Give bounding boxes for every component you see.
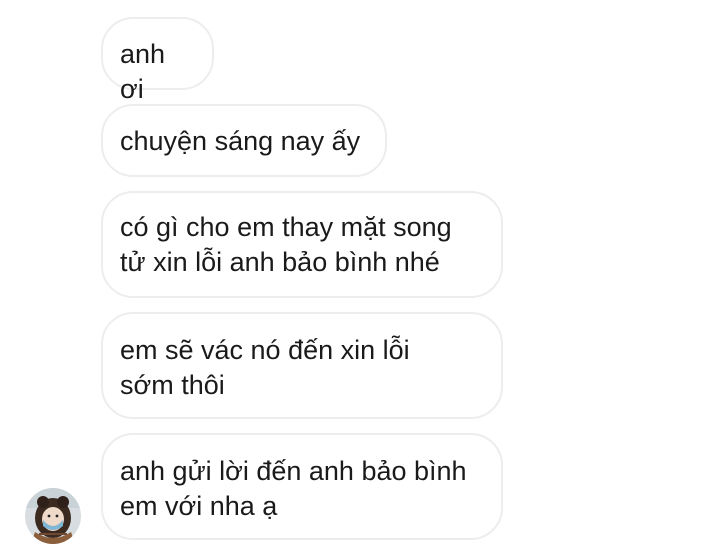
message-bubble[interactable]: em sẽ vác nó đến xin lỗi sớm thôi — [101, 312, 503, 419]
message-thread: anh ơi chuyện sáng nay ấy có gì cho em t… — [0, 0, 720, 557]
message-bubble[interactable]: anh ơi — [101, 17, 214, 104]
message-bubble[interactable]: anh gửi lời đến anh bảo bình em với nha … — [101, 433, 503, 540]
message-bubble[interactable]: có gì cho em thay mặt song tử xin lỗi an… — [101, 191, 503, 298]
message-bubble[interactable]: chuyện sáng nay ấy — [101, 104, 387, 177]
sender-avatar[interactable] — [25, 488, 81, 544]
avatar-photo-icon — [25, 488, 81, 544]
